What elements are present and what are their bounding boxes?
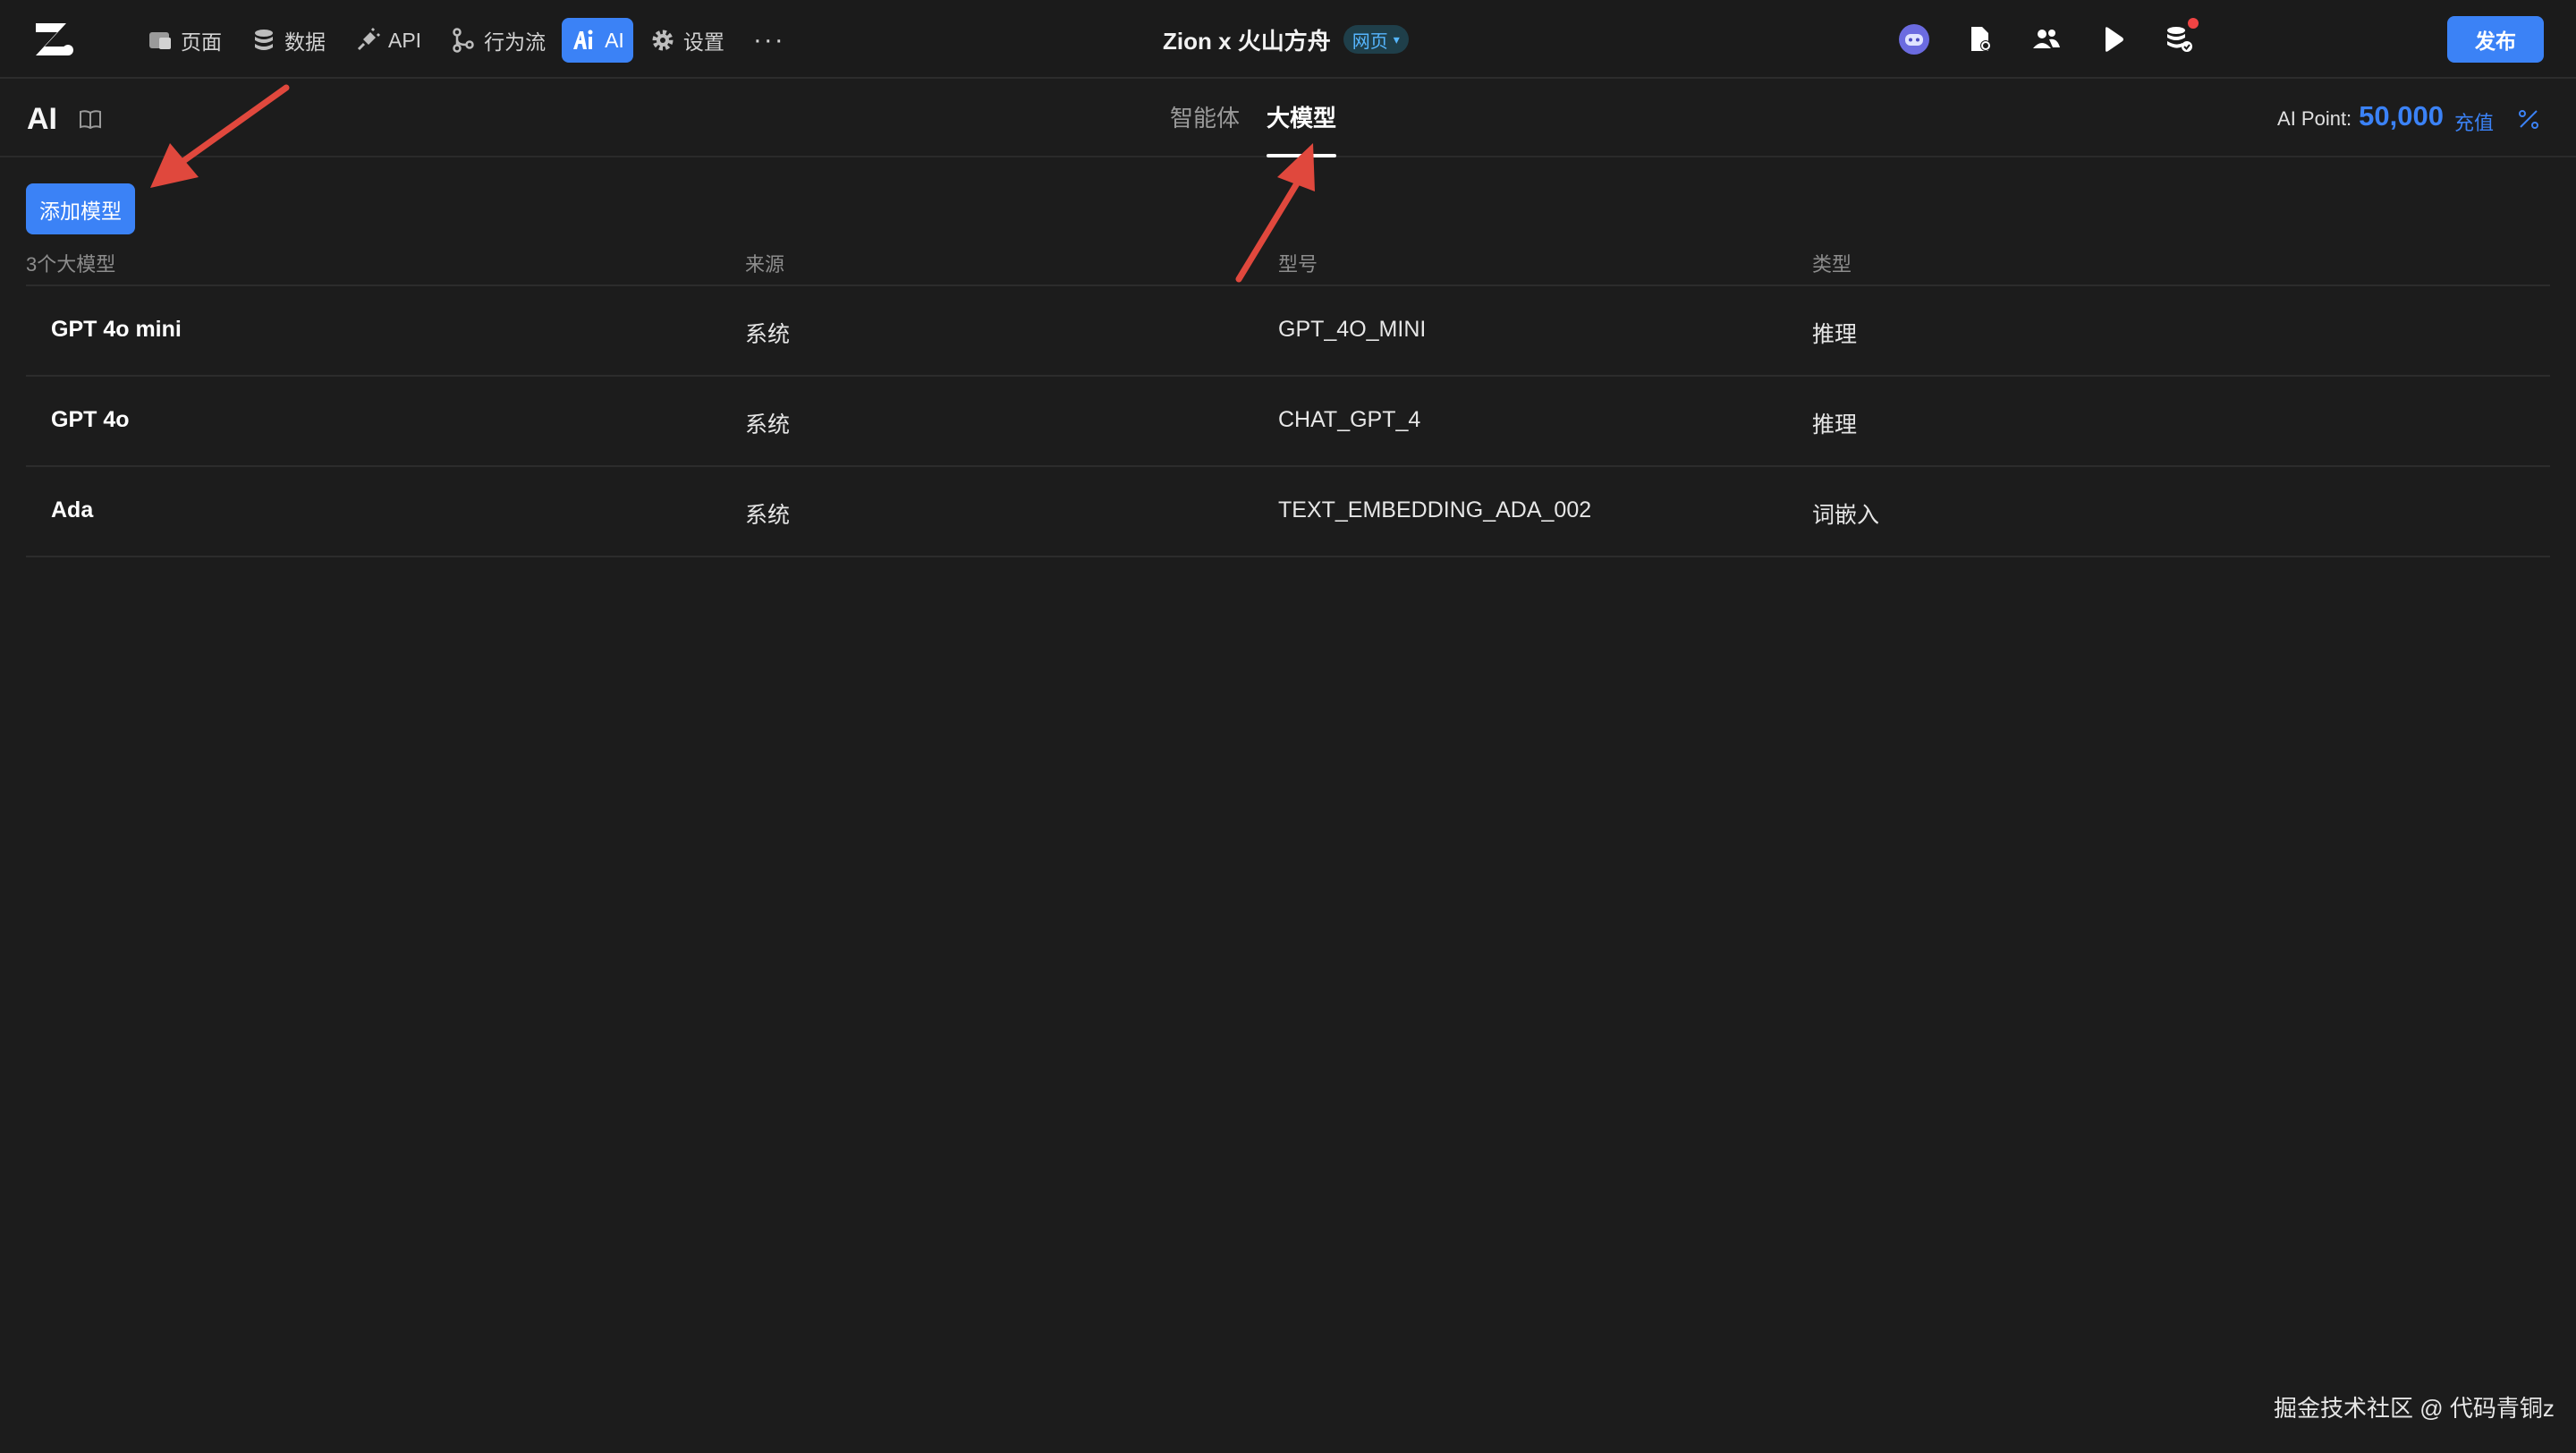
page-title: AI xyxy=(27,102,57,136)
tab-agents[interactable]: 智能体 xyxy=(1170,79,1240,157)
nav-data[interactable]: 数据 xyxy=(238,18,338,63)
robot-avatar-icon xyxy=(1899,24,1929,55)
model-type: 推理 xyxy=(1812,412,1858,438)
nav-data-label: 数据 xyxy=(284,30,326,54)
tab-models[interactable]: 大模型 xyxy=(1267,79,1337,157)
model-id: TEXT_EMBEDDING_ADA_002 xyxy=(1278,497,1592,523)
model-id: CHAT_GPT_4 xyxy=(1278,407,1421,432)
table-row[interactable]: GPT 4o mini 系统 GPT_4O_MINI 推理 xyxy=(26,286,2550,377)
book-icon[interactable] xyxy=(77,106,104,132)
ai-points: AI Point: 50,000 xyxy=(2277,100,2444,136)
watermark-text: 掘金技术社区 @ 代码青铜z xyxy=(2274,1395,2555,1422)
nav-flow[interactable]: 行为流 xyxy=(437,18,558,63)
api-plug-icon xyxy=(357,27,381,51)
column-header-type: 类型 xyxy=(1812,253,1852,276)
model-source: 系统 xyxy=(745,322,791,347)
model-id: GPT_4O_MINI xyxy=(1278,317,1427,342)
ai-points-value: 50,000 xyxy=(2359,100,2444,132)
nav-page-label: 页面 xyxy=(181,30,222,54)
model-type: 推理 xyxy=(1812,322,1858,347)
gear-icon xyxy=(652,30,674,51)
project-name: Zion x 火山方舟 xyxy=(1163,27,1331,55)
percent-icon[interactable] xyxy=(2515,106,2542,132)
chevron-down-icon: ▾ xyxy=(1393,31,1400,47)
column-header-source: 来源 xyxy=(745,253,785,276)
top-bar: 页面 数据 API 行为流 AI 设置 ··· Zion x 火山方舟 网页 ▾… xyxy=(0,0,2576,79)
ai-icon xyxy=(573,30,593,49)
project-badge-label: 网页 xyxy=(1352,31,1388,52)
nav-page[interactable]: 页面 xyxy=(134,18,234,63)
nav-flow-label: 行为流 xyxy=(484,30,547,54)
document-gear-icon xyxy=(1971,27,1991,51)
model-name: Ada xyxy=(51,497,94,523)
app-root: 页面 数据 API 行为流 AI 设置 ··· Zion x 火山方舟 网页 ▾… xyxy=(0,0,2576,1453)
annotation-arrows xyxy=(150,84,1315,283)
recharge-link[interactable]: 充值 xyxy=(2454,107,2494,136)
nav-ai-label: AI xyxy=(605,28,624,52)
project-switcher[interactable]: Zion x 火山方舟 网页 ▾ xyxy=(1163,21,1409,57)
models-table: 3个大模型 来源 型号 类型 GPT 4o mini 系统 GPT_4O_MIN… xyxy=(26,242,2550,557)
database-icon xyxy=(255,30,273,50)
table-row[interactable]: Ada 系统 TEXT_EMBEDDING_ADA_002 词嵌入 xyxy=(26,467,2550,557)
play-icon xyxy=(2106,27,2123,52)
column-header-model: 型号 xyxy=(1278,253,1318,276)
add-model-button[interactable]: 添加模型 xyxy=(26,183,135,234)
ai-points-label: AI Point: xyxy=(2277,107,2352,130)
ai-assistant-button[interactable] xyxy=(1893,18,1936,61)
nav-ai[interactable]: AI xyxy=(562,18,633,63)
model-source: 系统 xyxy=(745,412,791,438)
more-menu-button[interactable]: ··· xyxy=(741,18,798,63)
main-nav: 页面 数据 API 行为流 AI 设置 ··· xyxy=(134,18,798,63)
project-platform-badge[interactable]: 网页 ▾ xyxy=(1343,25,1409,54)
tab-bar: 智能体 大模型 xyxy=(1170,79,1363,157)
model-source: 系统 xyxy=(745,503,791,528)
nav-settings-label: 设置 xyxy=(682,30,724,54)
collaborators-button[interactable] xyxy=(2025,18,2068,61)
doc-settings-button[interactable] xyxy=(1959,18,2002,61)
nav-settings[interactable]: 设置 xyxy=(637,18,737,63)
page-icon xyxy=(149,32,171,49)
users-icon xyxy=(2033,30,2060,48)
zion-logo[interactable] xyxy=(32,20,75,59)
model-name: GPT 4o mini xyxy=(51,317,182,342)
database-sync-button[interactable] xyxy=(2157,18,2200,61)
flow-icon xyxy=(453,28,474,53)
nav-api-label: API xyxy=(388,28,422,52)
table-header: 3个大模型 来源 型号 类型 xyxy=(26,242,2550,286)
nav-api[interactable]: API xyxy=(342,18,434,63)
preview-button[interactable] xyxy=(2091,18,2134,61)
toolbar-icons xyxy=(1869,18,2200,61)
sub-header: AI 智能体 大模型 AI Point: 50,000 充值 xyxy=(0,79,2576,157)
column-header-name: 3个大模型 xyxy=(26,253,116,276)
publish-button[interactable]: 发布 xyxy=(2447,16,2544,63)
notification-dot xyxy=(2188,18,2199,29)
table-row[interactable]: GPT 4o 系统 CHAT_GPT_4 推理 xyxy=(26,377,2550,467)
model-name: GPT 4o xyxy=(51,407,130,432)
model-type: 词嵌入 xyxy=(1812,503,1880,528)
